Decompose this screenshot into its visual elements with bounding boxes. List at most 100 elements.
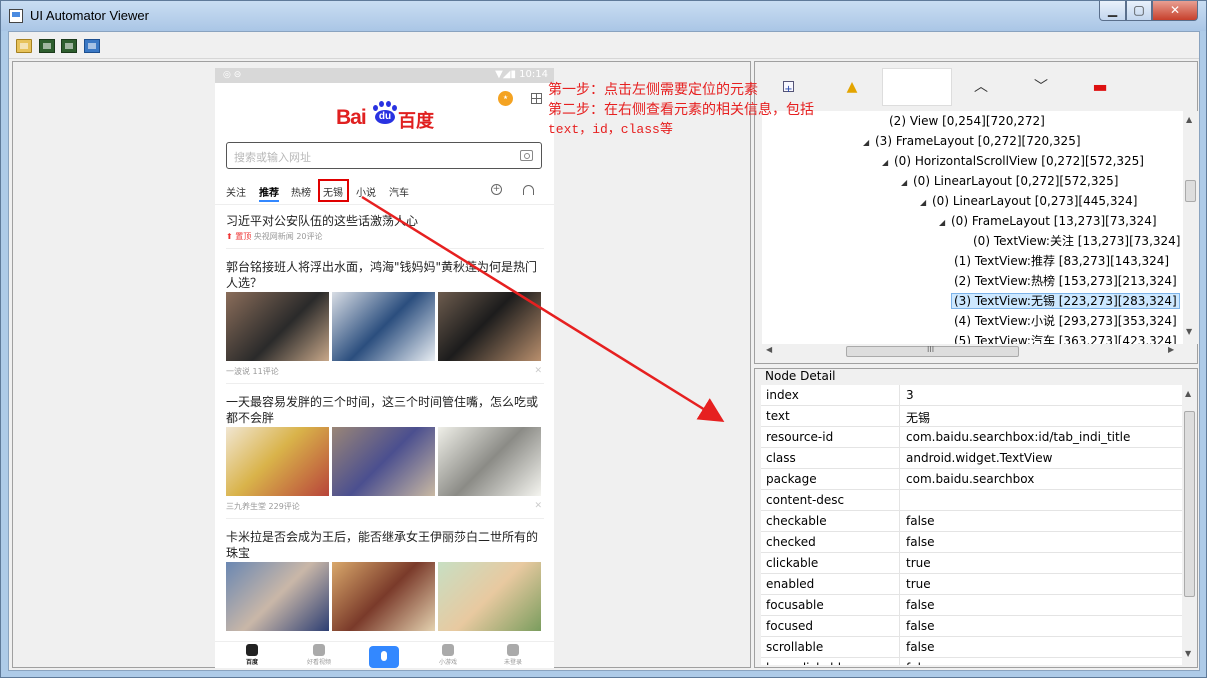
warning-icon[interactable]: ▲ — [843, 78, 861, 96]
scroll-thumb[interactable]: III — [846, 345, 1019, 357]
detail-value[interactable]: false — [906, 535, 935, 549]
nav-video[interactable]: 好看视频 — [297, 643, 341, 666]
detail-vertical-scrollbar[interactable]: ▲ ▼ — [1182, 385, 1197, 665]
chevron-down-icon[interactable]: ﹀ — [1032, 78, 1050, 96]
scroll-down-icon[interactable]: ▼ — [1185, 649, 1191, 658]
tab-car[interactable]: 汽车 — [389, 184, 409, 199]
minimize-button[interactable]: ▁ — [1099, 1, 1126, 21]
tree-node[interactable]: (4) TextView:小说 [293,273][353,324] — [942, 311, 1177, 331]
detail-row[interactable]: long-clickable false — [761, 658, 1182, 665]
device-screenshot[interactable]: ◎ ⊝ ▼◢▮ 10:14 ⭑ Bai du 百度 搜索或输入网址 关注 推荐 … — [215, 68, 554, 668]
detail-value[interactable]: android.widget.TextView — [906, 451, 1052, 465]
detail-row[interactable]: index 3 — [761, 385, 1182, 406]
tree-node[interactable]: ◢ (3) FrameLayout [0,272][720,325] — [863, 131, 1081, 151]
tree-toggle-icon[interactable]: ◢ — [939, 213, 951, 233]
detail-value[interactable]: false — [906, 598, 935, 612]
detail-row[interactable]: scrollable false — [761, 637, 1182, 658]
headphones-icon[interactable] — [523, 185, 534, 195]
dismiss-icon[interactable]: ✕ — [534, 501, 542, 511]
tree-horizontal-scrollbar[interactable]: ◀ III ▶ — [762, 344, 1183, 359]
detail-row[interactable]: enabled true — [761, 574, 1182, 595]
remove-icon[interactable]: ▬ — [1091, 78, 1109, 96]
scroll-right-icon[interactable]: ▶ — [1168, 345, 1174, 354]
detail-row[interactable]: focused false — [761, 616, 1182, 637]
scroll-up-icon[interactable]: ▲ — [1186, 115, 1192, 124]
detail-row[interactable]: focusable false — [761, 595, 1182, 616]
feed-image[interactable] — [226, 427, 329, 496]
scroll-thumb[interactable] — [1185, 180, 1196, 202]
dismiss-icon[interactable]: ✕ — [534, 366, 542, 376]
feed-title[interactable]: 郭台铭接班人将浮出水面，鸿海"钱妈妈"黄秋莲为何是热门人选？ — [226, 259, 544, 291]
detail-row[interactable]: checkable false — [761, 511, 1182, 532]
add-tab-icon[interactable]: + — [491, 184, 502, 195]
feed-image[interactable] — [438, 562, 541, 631]
tree-node-selected[interactable]: (3) TextView:无锡 [223,273][283,324] — [939, 291, 1180, 311]
tree-node[interactable]: ◢ (0) LinearLayout [0,273][445,324] — [920, 191, 1137, 211]
tab-novel[interactable]: 小说 — [356, 184, 376, 199]
tab-recommend[interactable]: 推荐 — [259, 184, 279, 199]
nav-profile[interactable]: 未登录 — [491, 643, 535, 666]
detail-value[interactable]: false — [906, 514, 935, 528]
hierarchy-tree[interactable]: (2) View [0,254][720,272] ◢ (3) FrameLayo… — [762, 111, 1183, 344]
detail-value[interactable]: true — [906, 577, 931, 591]
tree-node[interactable]: (2) View [0,254][720,272] — [877, 111, 1045, 131]
detail-row[interactable]: checked false — [761, 532, 1182, 553]
tree-node[interactable]: ◢ (0) FrameLayout [13,273][73,324] — [939, 211, 1157, 231]
scroll-up-icon[interactable]: ▲ — [1185, 389, 1191, 398]
close-button[interactable]: ✕ — [1152, 1, 1198, 21]
detail-value[interactable]: com.baidu.searchbox:id/tab_indi_title — [906, 430, 1130, 444]
feed-title[interactable]: 一天最容易发胖的三个时间，这三个时间管住嘴，怎么吃或都不会胖 — [226, 394, 544, 426]
tab-hot[interactable]: 热榜 — [291, 184, 311, 199]
tree-node[interactable]: (0) TextView:关注 [13,273][73,324] — [961, 231, 1180, 251]
feed-image[interactable] — [438, 427, 541, 496]
tree-toggle-icon[interactable]: ◢ — [920, 193, 932, 213]
coin-icon[interactable]: ⭑ — [498, 91, 513, 106]
tree-toggle-icon[interactable]: ◢ — [863, 133, 875, 153]
feed-image[interactable] — [226, 292, 329, 361]
detail-row[interactable]: content-desc — [761, 490, 1182, 511]
device-screenshot-icon[interactable] — [39, 39, 55, 53]
nav-games[interactable]: 小游戏 — [426, 643, 470, 666]
detail-row[interactable]: class android.widget.TextView — [761, 448, 1182, 469]
feed-title[interactable]: 习近平对公安队伍的这些话激荡人心 — [226, 213, 544, 229]
detail-value[interactable]: false — [906, 661, 935, 665]
tree-node[interactable]: ◢ (0) HorizontalScrollView [0,272][572,32… — [882, 151, 1144, 171]
scroll-thumb[interactable] — [1184, 411, 1195, 597]
maximize-button[interactable]: ▢ — [1126, 1, 1152, 21]
filter-input[interactable] — [882, 68, 952, 106]
feed-title[interactable]: 卡米拉是否会成为王后，能否继承女王伊丽莎白二世所有的珠宝 — [226, 529, 544, 561]
detail-value[interactable]: true — [906, 556, 931, 570]
feed-image[interactable] — [226, 562, 329, 631]
save-icon[interactable] — [84, 39, 100, 53]
tab-follow[interactable]: 关注 — [226, 184, 246, 199]
detail-value[interactable]: com.baidu.searchbox — [906, 472, 1034, 486]
tree-vertical-scrollbar[interactable]: ▲ ▼ — [1183, 111, 1198, 344]
detail-row[interactable]: text 无锡 — [761, 406, 1182, 427]
detail-value[interactable]: 3 — [906, 388, 914, 402]
feed-image[interactable] — [332, 562, 435, 631]
scroll-left-icon[interactable]: ◀ — [766, 345, 772, 354]
tree-node[interactable]: ◢ (0) LinearLayout [0,272][572,325] — [901, 171, 1118, 191]
nav-baidu[interactable]: 百度 — [230, 643, 274, 666]
tree-node[interactable]: (2) TextView:热榜 [153,273][213,324] — [942, 271, 1177, 291]
detail-row[interactable]: package com.baidu.searchbox — [761, 469, 1182, 490]
detail-row[interactable]: resource-id com.baidu.searchbox:id/tab_in… — [761, 427, 1182, 448]
device-screenshot-compressed-icon[interactable] — [61, 39, 77, 53]
tree-toggle-icon[interactable]: ◢ — [901, 173, 913, 193]
feed-image[interactable] — [438, 292, 541, 361]
detail-value[interactable]: 无锡 — [906, 409, 930, 426]
feed-image[interactable] — [332, 292, 435, 361]
grid-menu-icon[interactable] — [531, 93, 542, 104]
detail-row[interactable]: clickable true — [761, 553, 1182, 574]
voice-search-button[interactable] — [369, 646, 399, 668]
detail-value[interactable]: false — [906, 640, 935, 654]
camera-icon[interactable] — [520, 150, 533, 161]
tree-node[interactable]: (1) TextView:推荐 [83,273][143,324] — [942, 251, 1169, 271]
phone-search-input[interactable]: 搜索或输入网址 — [226, 142, 542, 169]
open-icon[interactable] — [16, 39, 32, 53]
scroll-down-icon[interactable]: ▼ — [1186, 327, 1192, 336]
detail-value[interactable]: false — [906, 619, 935, 633]
tree-node[interactable]: (5) TextView:汽车 [363,273][423,324] — [942, 331, 1177, 344]
chevron-up-icon[interactable]: ︿ — [972, 78, 990, 96]
feed-image[interactable] — [332, 427, 435, 496]
